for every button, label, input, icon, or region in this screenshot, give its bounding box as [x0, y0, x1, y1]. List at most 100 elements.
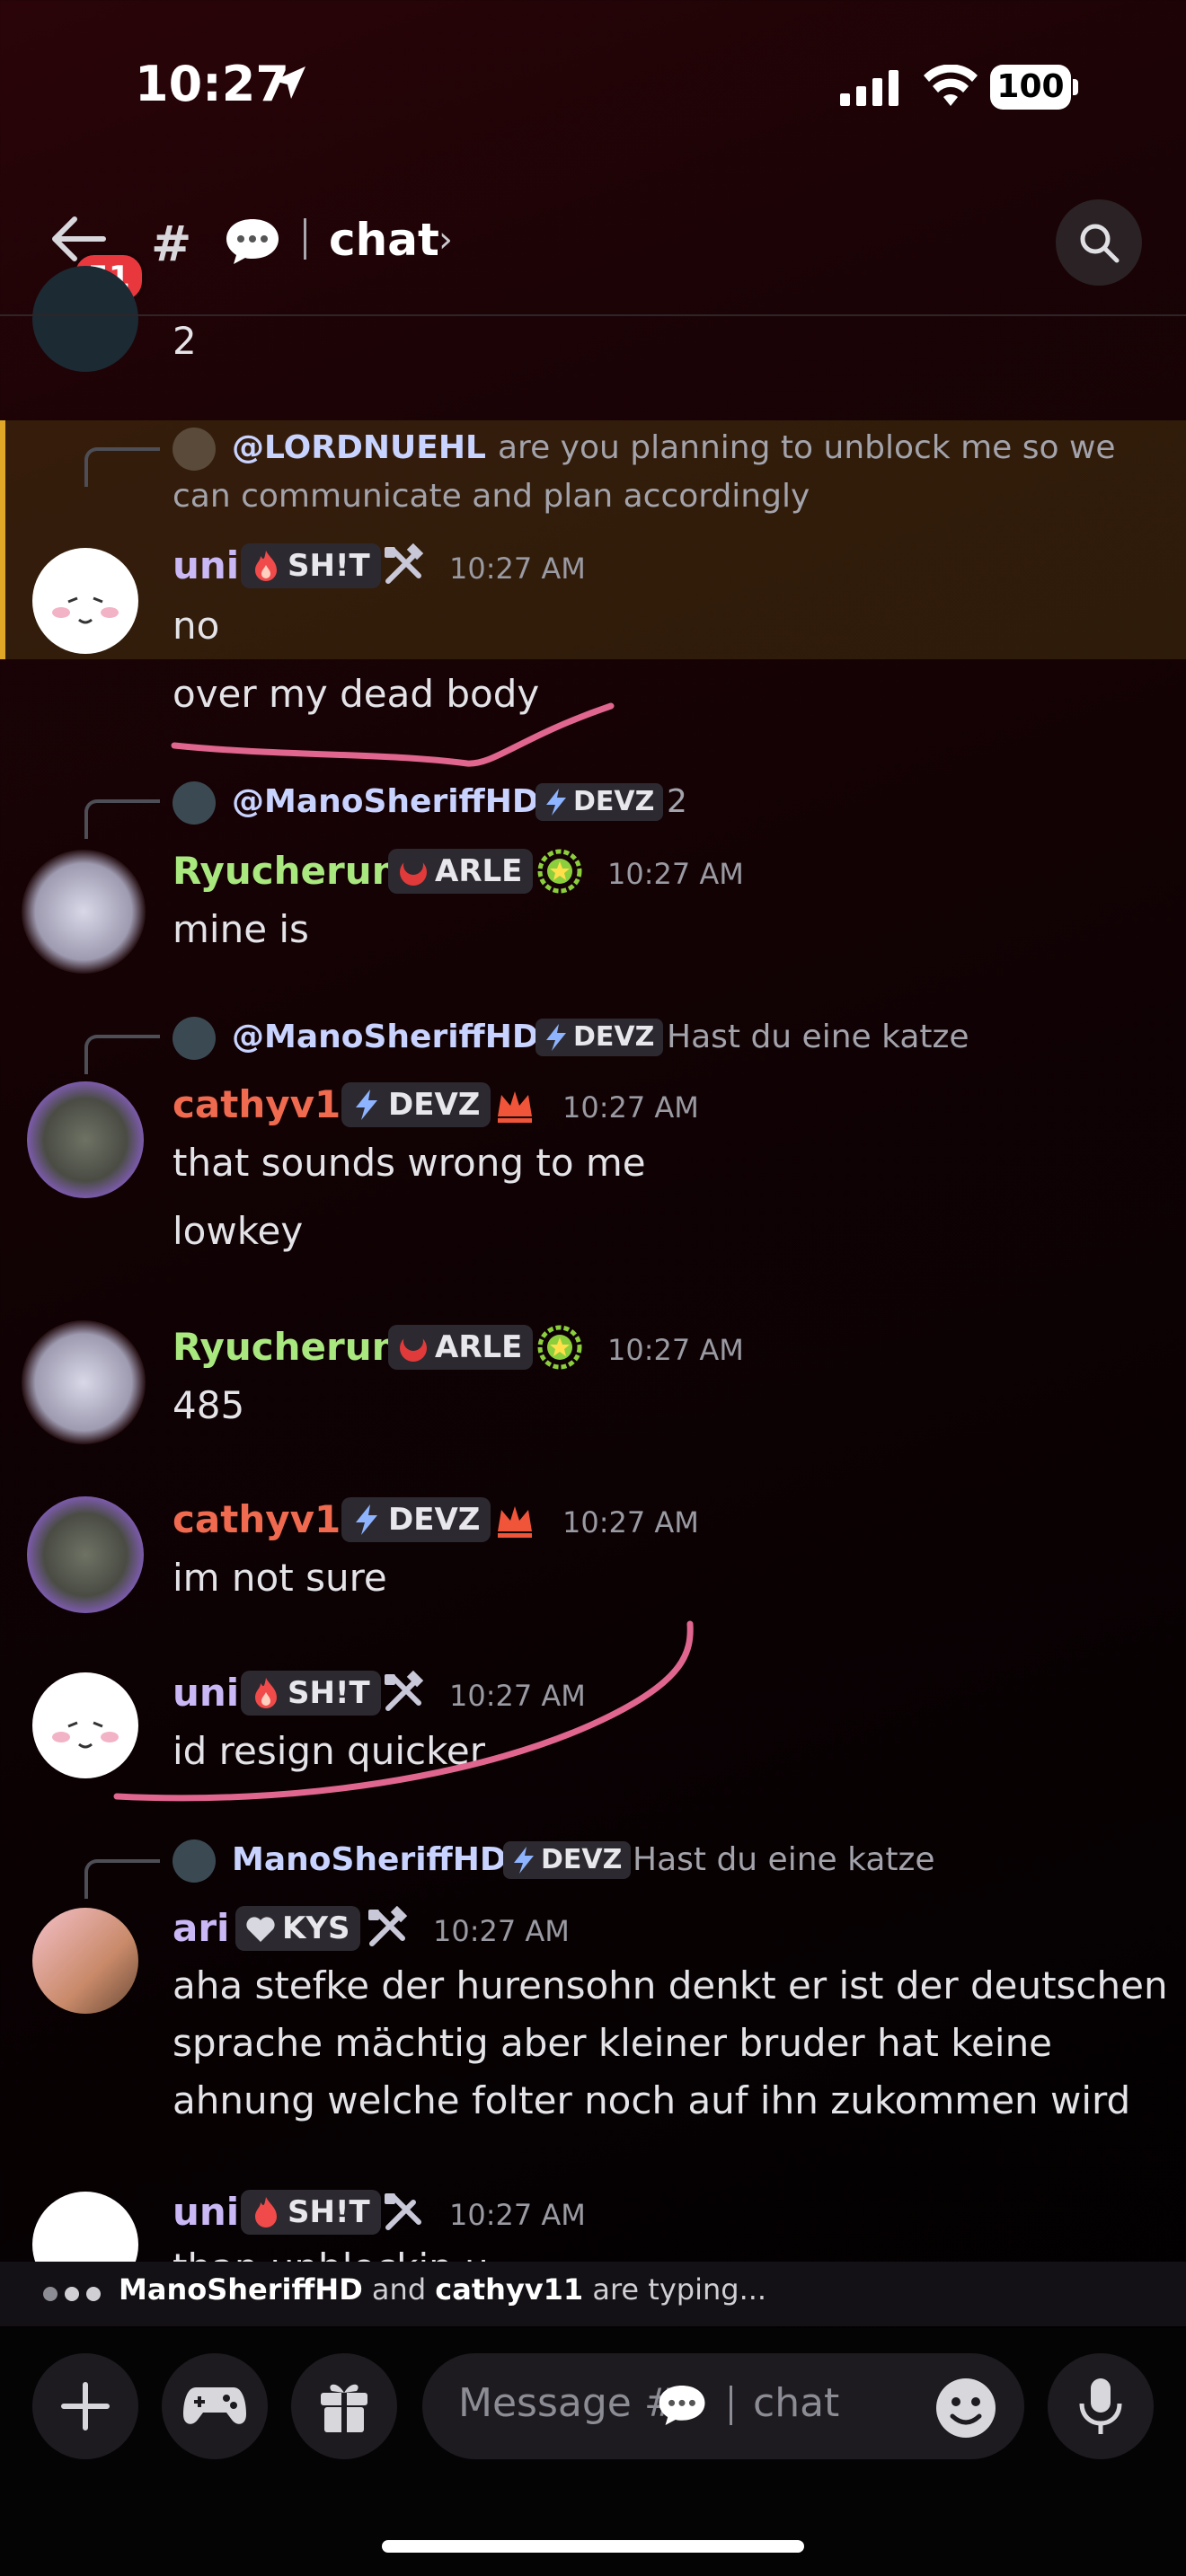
reply-author[interactable]: @ManoSheriffHD [232, 1019, 539, 1055]
pen-annotation-stroke [171, 702, 615, 767]
message-text: ahnung welche folter noch auf ihn zukomm… [173, 2078, 1131, 2122]
heart-icon [246, 1917, 275, 1942]
typing-dots-icon [43, 2287, 101, 2301]
avatar[interactable] [32, 266, 138, 372]
speech-bubble-icon [226, 219, 279, 264]
timestamp: 10:27 AM [433, 1914, 570, 1948]
reply-preview: Hast du eine katze [667, 1019, 969, 1055]
role-tag[interactable]: DEVZ [341, 1082, 491, 1127]
message-text: 2 [173, 319, 197, 363]
role-tag[interactable]: DEVZ [341, 1497, 491, 1542]
typing-user: ManoSheriffHD [119, 2272, 363, 2307]
attach-button[interactable] [32, 2353, 138, 2459]
reply-author[interactable]: ManoSheriffHD [232, 1841, 507, 1878]
lightning-icon [514, 1847, 534, 1874]
channel-hash-icon: # [151, 216, 192, 272]
avatar[interactable] [22, 850, 146, 974]
gift-button[interactable] [291, 2353, 397, 2459]
search-button[interactable] [1056, 199, 1142, 286]
message-text: 485 [173, 1383, 245, 1427]
message-text: aha stefke der hurensohn denkt er ist de… [173, 1963, 1168, 2007]
reply-author[interactable]: @LORDNUEHL [232, 429, 486, 466]
username[interactable]: ari [173, 1906, 229, 1950]
reply-connector [84, 1859, 160, 1899]
emoji-icon[interactable] [934, 2377, 997, 2439]
reply-role-tag: DEVZ [535, 1019, 664, 1056]
typing-suffix: are typing... [583, 2272, 767, 2307]
reply-connector [84, 447, 160, 487]
typing-user: cathyv11 [435, 2272, 584, 2307]
role-tag[interactable]: SH!T [241, 543, 381, 588]
role-tag-label: SH!T [288, 2194, 370, 2230]
username[interactable]: uni [173, 543, 239, 587]
message-text: no [173, 604, 220, 648]
username[interactable]: cathyv11 [173, 1497, 367, 1541]
hammer-wrench-icon [385, 2193, 421, 2230]
timestamp: 10:27 AM [607, 857, 744, 891]
typing-text: ManoSheriffHD and cathyv11 are typing... [119, 2272, 766, 2307]
location-arrow-icon [273, 66, 305, 99]
timestamp: 10:27 AM [607, 1333, 744, 1367]
plus-icon [61, 2382, 110, 2430]
lightning-icon [356, 1090, 377, 1120]
fire-icon [255, 551, 277, 581]
battery-indicator: 100 [990, 65, 1071, 110]
fire-icon [255, 2197, 277, 2228]
input-divider [730, 2386, 732, 2425]
chevron-right-icon[interactable]: › [438, 219, 453, 260]
avatar[interactable] [27, 1496, 144, 1613]
role-tag-label: KYS [282, 1910, 350, 1946]
star-badge-icon [537, 849, 582, 894]
role-tag-label: DEVZ [388, 1502, 481, 1538]
home-indicator [382, 2540, 804, 2553]
voice-message-button[interactable] [1048, 2353, 1154, 2459]
speech-bubble-icon [659, 2386, 705, 2425]
message-text: lowkey [173, 1209, 304, 1253]
wifi-icon [924, 65, 978, 106]
role-tag[interactable]: ARLE [388, 1325, 534, 1370]
crown-icon [498, 1091, 532, 1123]
reply-preview: are you planning to unblock me so we [498, 429, 1116, 466]
reply-role-tag: DEVZ [535, 783, 664, 821]
message-text: sprache mächtig aber kleiner bruder hat … [173, 2021, 1053, 2065]
status-time: 10:27 [135, 56, 289, 112]
lightning-icon [356, 1504, 377, 1535]
avatar[interactable] [32, 1908, 138, 2014]
timestamp: 10:27 AM [449, 2198, 586, 2232]
timestamp: 10:27 AM [449, 551, 586, 586]
reply-avatar [173, 1839, 216, 1883]
red-moon-icon [400, 855, 427, 886]
role-tag[interactable]: SH!T [241, 2190, 381, 2235]
reply-avatar [173, 428, 216, 471]
cat-face-icon [52, 596, 119, 624]
channel-title[interactable]: chat [329, 214, 439, 266]
star-badge-icon [537, 1325, 582, 1370]
microphone-icon [1079, 2378, 1122, 2434]
username[interactable]: Ryucherun [173, 849, 399, 893]
avatar[interactable] [32, 548, 138, 654]
reply-preview: can communicate and plan accordingly [173, 478, 810, 515]
lightning-icon [546, 1024, 566, 1051]
role-tag[interactable]: KYS [235, 1906, 361, 1951]
gamepad-icon [183, 2387, 246, 2424]
reply-author[interactable]: @ManoSheriffHD [232, 783, 539, 820]
reply-avatar [173, 781, 216, 825]
reply-role-tag: DEVZ [503, 1841, 632, 1879]
reply-connector [84, 1035, 160, 1074]
activities-button[interactable] [162, 2353, 268, 2459]
lightning-icon [546, 789, 566, 816]
header-divider-line [0, 314, 1186, 316]
username[interactable]: uni [173, 2190, 239, 2234]
avatar[interactable] [27, 1081, 144, 1198]
header-divider [304, 218, 306, 260]
username[interactable]: cathyv11 [173, 1082, 367, 1126]
role-tag[interactable]: ARLE [388, 849, 534, 894]
hammer-wrench-icon [368, 1906, 408, 1946]
battery-tip [1073, 79, 1078, 95]
input-placeholder: Message # [458, 2380, 677, 2426]
message-text: that sounds wrong to me [173, 1141, 646, 1185]
search-icon [1080, 224, 1120, 263]
reply-role-label: DEVZ [573, 786, 655, 817]
avatar[interactable] [22, 1320, 146, 1444]
username[interactable]: Ryucherun [173, 1325, 399, 1369]
